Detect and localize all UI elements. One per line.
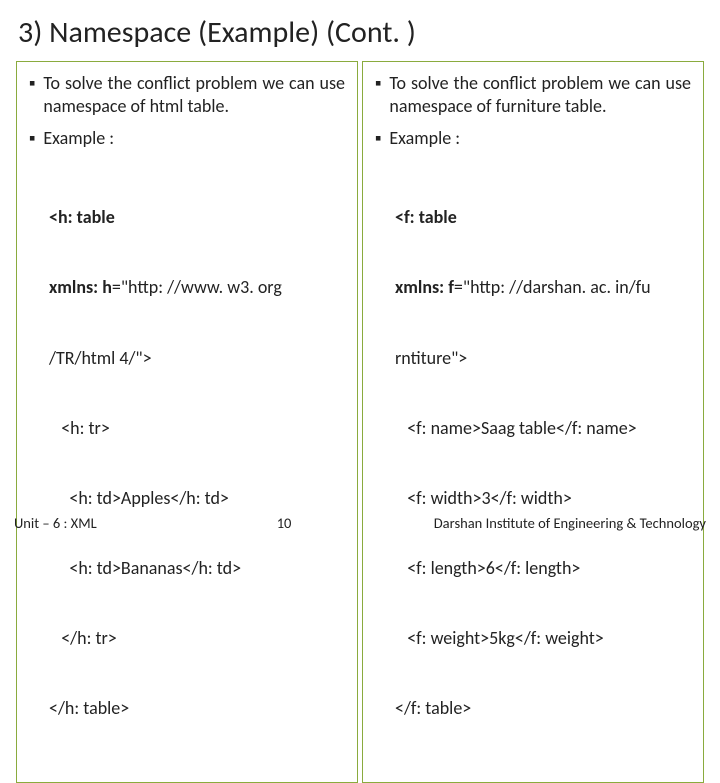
- code-text: <f: table: [395, 206, 457, 228]
- code-text: xmlns: f: [395, 276, 454, 298]
- code-block-right: <f: table xmlns: f="http: //darshan. ac.…: [375, 160, 691, 768]
- footer-page-number: 10: [97, 514, 372, 532]
- bullet-icon: ▪: [375, 72, 381, 117]
- bullet-icon: ▪: [29, 72, 35, 117]
- bullet-icon: ▪: [375, 127, 381, 150]
- code-text: </h: table>: [49, 697, 345, 720]
- footer: Unit – 6 : XML 10 Darshan Institute of E…: [0, 508, 720, 540]
- bullet-text: Example :: [43, 127, 345, 150]
- code-text: ="http: //www. w3. org: [112, 276, 282, 298]
- code-text: <f: name>Saag table</f: name>: [395, 417, 691, 440]
- bullet-text: Example :: [389, 127, 691, 150]
- footer-institute: Darshan Institute of Engineering & Techn…: [371, 514, 706, 532]
- left-column: ▪ To solve the conflict problem we can u…: [16, 61, 358, 783]
- bullet-item: ▪ To solve the conflict problem we can u…: [375, 72, 691, 117]
- code-text: </h: tr>: [49, 627, 345, 650]
- code-text: <h: table: [49, 206, 115, 228]
- code-text: <h: td>Apples</h: td>: [49, 487, 345, 510]
- bullet-text: To solve the conflict problem we can use…: [43, 72, 345, 117]
- code-text: <h: td>Bananas</h: td>: [49, 557, 345, 580]
- code-text: <f: width>3</f: width>: [395, 487, 691, 510]
- code-text: rntiture">: [395, 347, 691, 370]
- code-text: </f: table>: [395, 697, 691, 720]
- footer-unit: Unit – 6 : XML: [14, 514, 97, 532]
- bullet-item: ▪ To solve the conflict problem we can u…: [29, 72, 345, 117]
- code-text: xmlns: h: [49, 276, 112, 298]
- code-text: <f: length>6</f: length>: [395, 557, 691, 580]
- bullet-icon: ▪: [29, 127, 35, 150]
- code-text: <h: tr>: [49, 417, 345, 440]
- code-text: /TR/html 4/">: [49, 347, 345, 370]
- bullet-item: ▪ Example :: [29, 127, 345, 150]
- slide-title: 3) Namespace (Example) (Cont. ): [0, 0, 720, 61]
- content-area: ▪ To solve the conflict problem we can u…: [0, 61, 720, 783]
- right-column: ▪ To solve the conflict problem we can u…: [362, 61, 704, 783]
- bullet-text: To solve the conflict problem we can use…: [389, 72, 691, 117]
- code-text: <f: weight>5kg</f: weight>: [395, 627, 691, 650]
- code-block-left: <h: table xmlns: h="http: //www. w3. org…: [29, 160, 345, 768]
- bullet-item: ▪ Example :: [375, 127, 691, 150]
- code-text: ="http: //darshan. ac. in/fu: [454, 276, 651, 298]
